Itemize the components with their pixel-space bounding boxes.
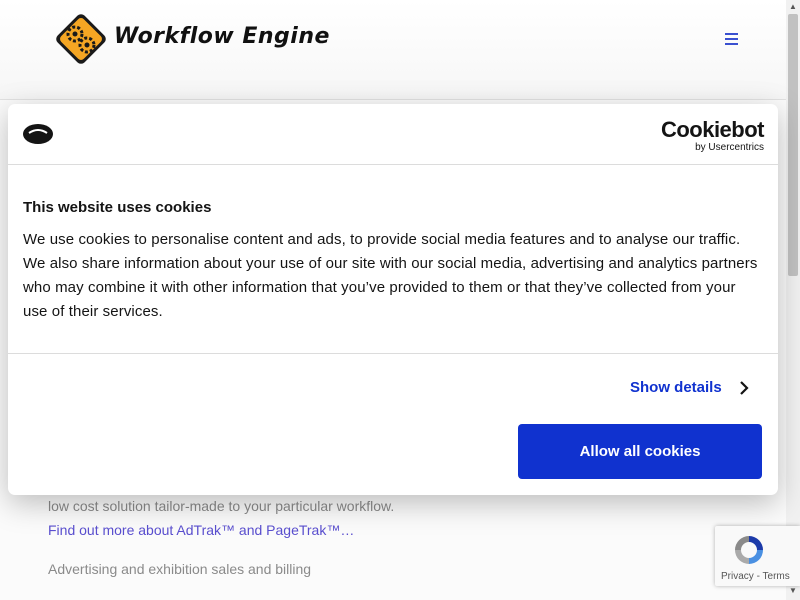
scroll-down-arrow-icon[interactable]: ▼ [789, 586, 797, 596]
cookie-icon [23, 124, 53, 144]
cookie-consent-dialog: Cookiebot by Usercentrics This website u… [8, 104, 778, 495]
recaptcha-terms-link[interactable]: Terms [763, 571, 790, 582]
scroll-up-arrow-icon[interactable]: ▲ [789, 2, 797, 12]
site-header: Workflow Engine [0, 0, 786, 100]
scrollbar[interactable]: ▲ ▼ [786, 0, 800, 600]
adtrak-link[interactable]: Find out more about AdTrak™ and PageTrak… [48, 522, 354, 538]
recaptcha-icon [735, 536, 763, 564]
scroll-thumb[interactable] [788, 14, 798, 276]
dialog-header: Cookiebot by Usercentrics [8, 104, 778, 165]
dialog-title: This website uses cookies [23, 199, 212, 216]
allow-all-cookies-button[interactable]: Allow all cookies [518, 424, 762, 479]
show-details-link[interactable]: Show details [630, 379, 722, 396]
recaptcha-badge[interactable]: Privacy - Terms [715, 526, 800, 586]
dialog-divider [8, 353, 778, 354]
dialog-body-text: We use cookies to personalise content an… [23, 231, 758, 320]
intro-text: low cost solution tailor-made to your pa… [48, 498, 395, 514]
site-logo-text[interactable]: Workflow Engine [114, 24, 330, 49]
section-text: Advertising and exhibition sales and bil… [48, 561, 312, 577]
recaptcha-separator: - [756, 571, 760, 582]
cookiebot-brand-name: Cookiebot [660, 117, 765, 142]
hamburger-icon[interactable] [725, 33, 738, 45]
cookiebot-brand-sub: by Usercentrics [695, 142, 764, 153]
recaptcha-privacy-link[interactable]: Privacy [721, 571, 754, 582]
recaptcha-links: Privacy - Terms [721, 571, 790, 582]
gear-logo-icon[interactable] [54, 12, 108, 66]
chevron-right-icon[interactable] [739, 380, 749, 396]
cookiebot-logo[interactable]: Cookiebot by Usercentrics [660, 117, 765, 154]
